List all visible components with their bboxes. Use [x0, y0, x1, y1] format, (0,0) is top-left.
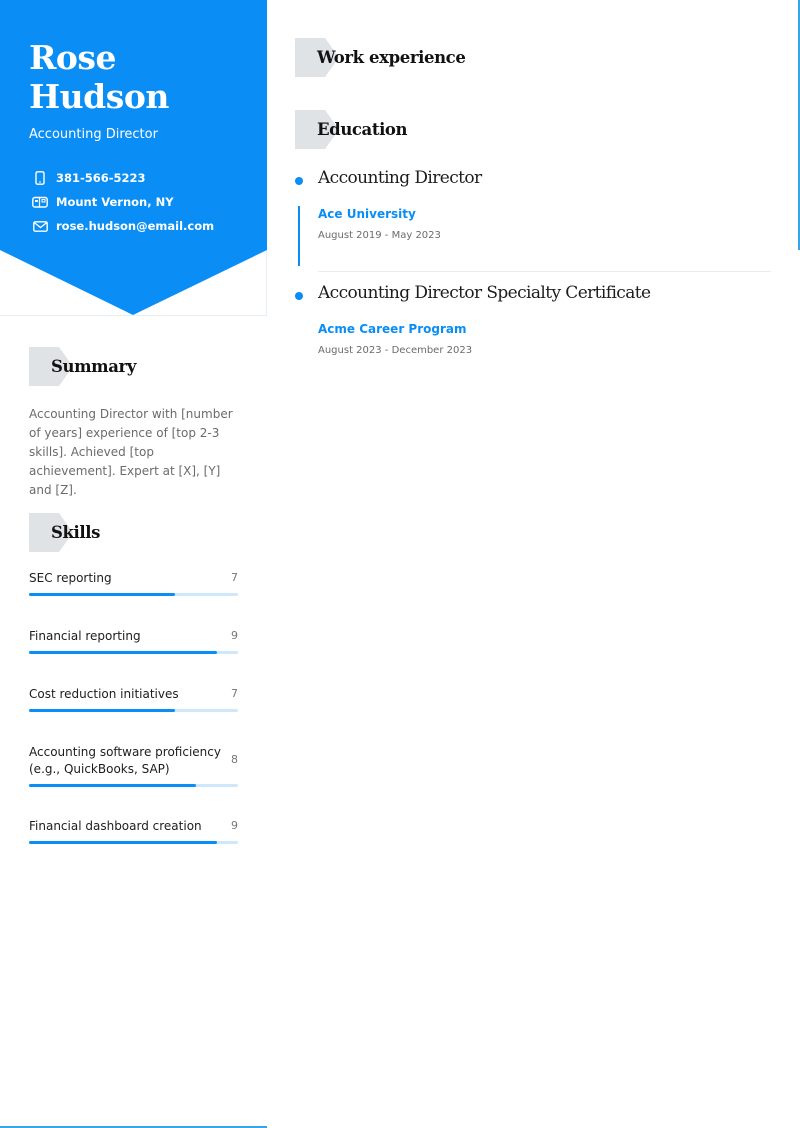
name-last: Hudson — [29, 77, 169, 116]
skill-bar — [29, 593, 238, 596]
skill-name: Accounting software proficiency (e.g., Q… — [29, 745, 221, 776]
skill-item: 7 SEC reporting — [29, 570, 238, 596]
contact-email: rose.hudson@email.com — [32, 214, 214, 238]
education-entry: Accounting Director Specialty Certificat… — [267, 281, 772, 371]
skills-heading: Skills — [29, 513, 100, 552]
skill-item: 8 Accounting software proficiency (e.g.,… — [29, 744, 238, 787]
education-dates: August 2019 - May 2023 — [318, 230, 441, 241]
job-title: Accounting Director — [29, 127, 158, 142]
candidate-name: Rose Hudson — [29, 38, 169, 116]
skill-item: 9 Financial dashboard creation — [29, 818, 238, 844]
skill-bar-fill — [29, 651, 218, 654]
phone-icon — [32, 171, 48, 185]
skill-level: 8 — [231, 753, 238, 766]
education-dates: August 2023 - December 2023 — [318, 345, 473, 356]
education-heading: Education — [295, 110, 408, 149]
skill-bar-fill — [29, 709, 176, 712]
envelope-icon — [32, 219, 48, 233]
skill-bar-fill — [29, 784, 197, 787]
skill-bar — [29, 841, 238, 844]
skill-level: 9 — [231, 819, 238, 832]
bullet-dot-icon — [295, 292, 303, 300]
summary-heading-label: Summary — [51, 357, 137, 376]
skill-bar — [29, 709, 238, 712]
skill-item: 9 Financial reporting — [29, 628, 238, 654]
education-entry: Accounting Director Ace University Augus… — [267, 166, 772, 276]
timeline-line — [298, 206, 300, 266]
name-first: Rose — [29, 38, 117, 77]
skills-heading-label: Skills — [51, 523, 101, 542]
skill-name: SEC reporting — [29, 571, 112, 585]
education-school: Acme Career Program — [318, 322, 467, 336]
skills-list: 7 SEC reporting 9 Financial reporting 7 … — [29, 570, 238, 844]
email-text[interactable]: rose.hudson@email.com — [56, 219, 214, 233]
profile-header: Rose Hudson Accounting Director 381-566-… — [0, 0, 267, 316]
summary-heading: Summary — [29, 347, 136, 386]
skill-bar-fill — [29, 593, 176, 596]
entry-divider — [318, 271, 771, 272]
education-school: Ace University — [318, 207, 416, 221]
education-title: Accounting Director Specialty Certificat… — [318, 283, 651, 303]
education-heading-label: Education — [317, 120, 408, 139]
bullet-dot-icon — [295, 177, 303, 185]
skill-level: 9 — [231, 629, 238, 642]
contact-phone: 381-566-5223 — [32, 166, 214, 190]
skill-bar — [29, 784, 238, 787]
phone-text[interactable]: 381-566-5223 — [56, 171, 146, 185]
left-column: Rose Hudson Accounting Director 381-566-… — [0, 0, 267, 1128]
skill-bar-fill — [29, 841, 218, 844]
skill-bar — [29, 651, 238, 654]
skill-level: 7 — [231, 571, 238, 584]
mailbox-icon — [32, 195, 48, 209]
summary-text: Accounting Director with [number of year… — [29, 407, 233, 497]
skill-item: 7 Cost reduction initiatives — [29, 686, 238, 712]
skill-name: Financial reporting — [29, 629, 141, 643]
skill-name: Financial dashboard creation — [29, 819, 202, 833]
location-text: Mount Vernon, NY — [56, 195, 174, 209]
contact-location: Mount Vernon, NY — [32, 190, 214, 214]
work-experience-heading-label: Work experience — [317, 48, 466, 67]
education-title: Accounting Director — [318, 168, 482, 188]
skill-name: Cost reduction initiatives — [29, 687, 179, 701]
work-experience-heading: Work experience — [295, 38, 466, 77]
right-column: Work experience Education Accounting Dir… — [267, 0, 800, 1128]
skill-level: 7 — [231, 687, 238, 700]
contact-list: 381-566-5223 Mount Vernon, NY rose.hudso… — [32, 166, 214, 238]
